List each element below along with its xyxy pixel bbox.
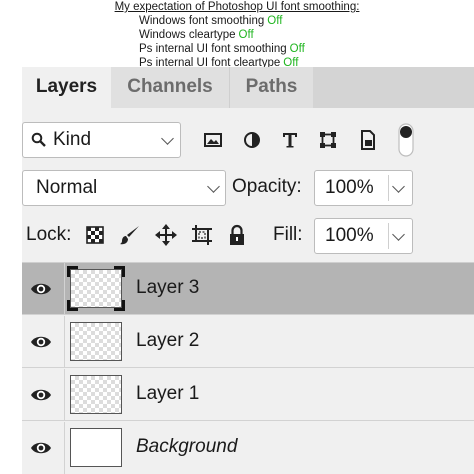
note-row: Ps internal UI font smoothing Off bbox=[139, 42, 305, 56]
lock-transparent-pixels-icon[interactable] bbox=[85, 225, 105, 245]
layer-name[interactable]: Layer 3 bbox=[136, 277, 199, 299]
layer-row-layer-1[interactable]: Layer 1 bbox=[22, 369, 474, 421]
column-divider bbox=[64, 422, 65, 474]
filter-kind-dropdown[interactable]: Kind bbox=[22, 122, 181, 158]
eye-icon[interactable] bbox=[30, 333, 52, 351]
chevron-down-icon[interactable] bbox=[392, 228, 405, 241]
tab-bar-empty bbox=[313, 67, 474, 108]
lock-artboard-icon[interactable] bbox=[191, 224, 213, 246]
fill-value: 100% bbox=[325, 225, 374, 246]
filter-kind-label: Kind bbox=[53, 129, 92, 150]
column-divider bbox=[64, 369, 65, 421]
eye-icon[interactable] bbox=[30, 439, 52, 457]
search-icon bbox=[31, 132, 47, 148]
panel-tab-bar: Layers Channels Paths bbox=[22, 67, 474, 108]
annotation-note: My expectation of Photoshop UI font smoo… bbox=[0, 0, 474, 69]
note-row: Windows cleartype Off bbox=[139, 28, 254, 42]
layer-name[interactable]: Background bbox=[136, 436, 237, 458]
chevron-down-icon bbox=[207, 180, 220, 193]
shape-filter-icon[interactable] bbox=[318, 130, 338, 150]
layer-row-background[interactable]: Background bbox=[22, 422, 474, 474]
adjustment-filter-icon[interactable] bbox=[242, 130, 262, 150]
note-row-value: Off bbox=[267, 15, 283, 27]
selection-corner bbox=[114, 266, 125, 277]
selection-corner bbox=[67, 266, 78, 277]
layer-thumbnail bbox=[70, 375, 122, 414]
fill-label: Fill: bbox=[273, 224, 303, 245]
note-title: My expectation of Photoshop UI font smoo… bbox=[114, 1, 360, 13]
layer-row-layer-3[interactable]: Layer 3 bbox=[22, 263, 474, 315]
opacity-value: 100% bbox=[325, 177, 374, 198]
image-filter-icon[interactable] bbox=[203, 130, 223, 150]
lock-position-icon[interactable] bbox=[155, 224, 177, 246]
layer-thumbnail bbox=[67, 266, 125, 311]
field-divider bbox=[388, 175, 389, 201]
chevron-down-icon[interactable] bbox=[392, 180, 405, 193]
note-row-label: Windows cleartype bbox=[139, 29, 236, 41]
layer-row-layer-2[interactable]: Layer 2 bbox=[22, 316, 474, 368]
layer-thumbnail bbox=[70, 322, 122, 361]
layer-thumbnail bbox=[70, 428, 122, 467]
eye-icon[interactable] bbox=[30, 280, 52, 298]
layers-panel: Layers Channels Paths Kind Normal Opacit… bbox=[22, 67, 474, 474]
blend-mode-dropdown[interactable]: Normal bbox=[22, 170, 226, 206]
filter-toggle-icon[interactable] bbox=[398, 123, 414, 157]
tab-paths[interactable]: Paths bbox=[230, 67, 314, 108]
selection-corner bbox=[114, 300, 125, 311]
opacity-field[interactable]: 100% bbox=[314, 170, 413, 206]
note-row-label: Ps internal UI font smoothing bbox=[139, 43, 287, 55]
type-filter-icon[interactable] bbox=[280, 130, 300, 150]
chevron-down-icon bbox=[161, 132, 174, 145]
tab-layers[interactable]: Layers bbox=[22, 67, 111, 108]
note-row-label: Windows font smoothing bbox=[139, 15, 265, 27]
lock-label: Lock: bbox=[26, 224, 72, 245]
field-divider bbox=[388, 223, 389, 249]
tab-channels[interactable]: Channels bbox=[111, 67, 230, 108]
fill-field[interactable]: 100% bbox=[314, 218, 413, 254]
note-row: Windows font smoothing Off bbox=[139, 14, 282, 28]
selection-corner bbox=[67, 300, 78, 311]
column-divider bbox=[64, 263, 65, 315]
note-row-value: Off bbox=[238, 29, 254, 41]
layer-name[interactable]: Layer 1 bbox=[136, 383, 199, 405]
lock-all-icon[interactable] bbox=[227, 224, 247, 246]
layer-name[interactable]: Layer 2 bbox=[136, 330, 199, 352]
eye-icon[interactable] bbox=[30, 386, 52, 404]
blend-mode-value: Normal bbox=[36, 177, 98, 198]
smart-object-filter-icon[interactable] bbox=[358, 130, 378, 150]
note-row-value: Off bbox=[289, 43, 305, 55]
lock-image-pixels-icon[interactable] bbox=[119, 224, 141, 246]
opacity-label: Opacity: bbox=[232, 176, 302, 197]
column-divider bbox=[64, 316, 65, 368]
